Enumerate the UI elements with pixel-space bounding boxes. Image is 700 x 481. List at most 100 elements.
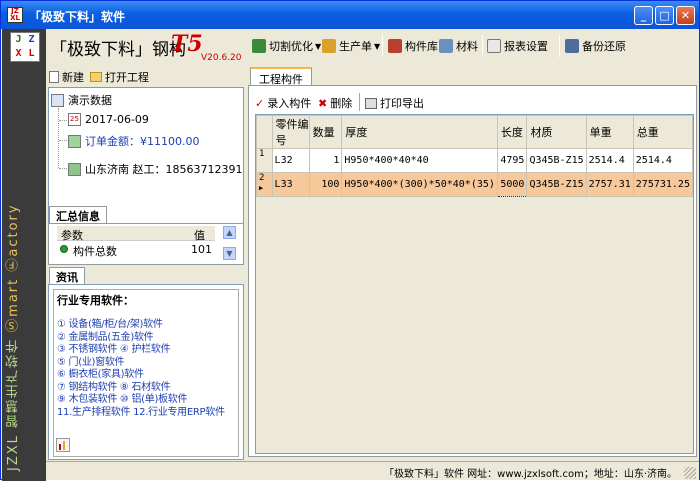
tree-root[interactable]: 演示数据 [51,92,112,108]
folder-icon [90,72,102,82]
col-header[interactable]: 单重 [585,115,634,149]
status-text: 「极致下料」软件 网址：www.jzxlsoft.com；地址：山东·济南。 [383,469,677,480]
chart-icon [56,438,70,452]
table-row-selected[interactable]: 2 ▶ L33 100 H950*400*(300)*50*40*(35) 500… [256,172,694,197]
toolbar-separator [482,35,483,57]
tree-amount[interactable]: 订单金额：¥11100.00 [68,133,200,149]
tree-contact[interactable]: 山东济南 赵工：18563712391 [68,161,242,177]
cell-thickness[interactable]: H950*400*40*40 [341,148,498,173]
scroll-down-button[interactable]: ▼ [223,247,236,260]
cell-part-no[interactable]: L32 [271,148,310,173]
truck-icon [68,162,81,176]
backup-icon [565,39,579,53]
produce-icon [322,39,336,53]
material-button[interactable]: 材料 [439,36,478,56]
new-file-icon [49,71,59,83]
library-icon [388,39,402,53]
col-header[interactable]: 总重 [632,115,694,149]
checkmark-icon: ✓ [255,96,265,110]
cell-length[interactable]: 5000 [496,172,528,197]
info-item[interactable]: ⑨ 木包装软件 ⑩ 铝(单)板软件 [57,394,235,407]
col-header[interactable]: 数量 [308,115,343,149]
tab-info[interactable]: 资讯 [49,267,85,285]
cell-unit-weight[interactable]: 2757.31 [585,172,634,197]
cut-optimize-button[interactable]: 切割优化 ▼ [252,36,321,56]
maximize-button[interactable]: □ [655,6,674,25]
summary-grid: 参数 值 构件总数 101 ▲ ▼ [48,223,244,265]
tab-components[interactable]: 工程构件 [250,67,312,86]
components-panel: ✓ 录入构件 ✖ 删除 打印导出 零件编号 数量 厚度 长度 材质 单重 总重 … [248,85,697,457]
cell-qty[interactable]: 1 [308,148,343,173]
info-item[interactable]: ⑤ 门(业)窗软件 [57,357,235,370]
summary-row[interactable]: 构件总数 101 [57,242,215,258]
components-table: 零件编号 数量 厚度 长度 材质 单重 总重 1 L32 1 H950*400*… [255,114,694,454]
cell-thickness[interactable]: H950*400*(300)*50*40*(35) [341,172,498,197]
brand-t5: T5 [171,31,203,57]
tree-line [59,140,67,141]
toolbar-separator [382,35,383,57]
tab-summary[interactable]: 汇总信息 [49,206,107,223]
brand-name: 「极致下料」钢构 [50,40,186,60]
left-panel: 新建 打开工程 演示数据 25 2017-06-09 订单金额：¥11100.0… [46,65,246,461]
component-lib-button[interactable]: 构件库 [388,36,438,56]
cell-material[interactable]: Q345B-Z15 [526,172,587,197]
info-item[interactable]: ③ 不锈钢软件 ④ 护栏软件 [57,344,235,357]
col-header [256,115,273,149]
right-panel: 工程构件 ✓ 录入构件 ✖ 删除 打印导出 零件编号 数量 厚度 长度 材质 单… [246,65,699,461]
tree-date[interactable]: 25 2017-06-09 [68,113,149,126]
info-item[interactable]: ⑦ 钢结构软件 ⑧ 石材软件 [57,382,235,395]
row-number: 1 [256,148,273,173]
logo: JZ XL [10,32,40,62]
brand-version: V20.6.20 [201,53,242,63]
cut-icon [252,39,266,53]
tree-line [58,108,59,168]
info-item[interactable]: 11.生产排程软件 12.行业专用ERP软件 [57,407,235,420]
add-component-button[interactable]: ✓ 录入构件 [255,95,311,111]
brand-header: 「极致下料」钢构 T5 V20.6.20 [46,29,246,65]
app-window: JZ XL 「极致下料」软件 _ □ ✕ JZ XL JZXL 智慧生产软件 Ⓢm… [0,0,700,481]
open-project-button[interactable]: 打开工程 [90,69,149,85]
report-icon [487,39,501,53]
tree-line [59,120,67,121]
chevron-down-icon: ▼ [374,41,381,51]
info-item[interactable]: ① 设备(箱/柜/台/架)软件 [57,319,235,332]
col-header[interactable]: 零件编号 [271,115,310,149]
resize-grip-icon[interactable] [684,467,696,479]
chevron-down-icon: ▼ [315,41,322,51]
material-icon [439,39,453,53]
cell-qty[interactable]: 100 [308,172,343,197]
table-row[interactable]: 1 L32 1 H950*400*40*40 4795 Q345B-Z15 25… [256,148,694,173]
cell-material[interactable]: Q345B-Z15 [526,148,587,173]
info-item[interactable]: ⑥ 橱衣柜(家具)软件 [57,369,235,382]
print-export-button[interactable]: 打印导出 [365,95,424,111]
info-heading: 行业专用软件： [57,294,134,307]
cell-total-weight[interactable]: 275731.25 [632,172,694,197]
new-button[interactable]: 新建 [49,69,84,85]
delete-button[interactable]: ✖ 删除 [318,95,352,111]
summary-header: 参数 值 [57,226,215,242]
delete-x-icon: ✖ [318,96,328,110]
cell-total-weight[interactable]: 2514.4 [632,148,694,173]
sidebar: JZ XL JZXL 智慧生产软件 Ⓢmart Ⓕactory [2,29,46,481]
report-settings-button[interactable]: 报表设置 [487,36,548,56]
cell-length[interactable]: 4795 [496,148,528,173]
col-header[interactable]: 长度 [496,115,528,149]
title-bar[interactable]: JZ XL 「极致下料」软件 _ □ ✕ [1,1,699,29]
scroll-up-button[interactable]: ▲ [223,226,236,239]
cell-unit-weight[interactable]: 2514.4 [585,148,634,173]
col-header[interactable]: 厚度 [341,115,498,149]
status-dot-icon [60,245,68,253]
minimize-button[interactable]: _ [634,6,653,25]
printer-icon [365,97,377,109]
info-content: 行业专用软件： ① 设备(箱/柜/台/架)软件 ② 金属制品(五金)软件 ③ 不… [53,289,239,457]
money-icon [68,134,81,148]
col-header[interactable]: 材质 [526,115,587,149]
close-button[interactable]: ✕ [676,6,695,25]
info-item[interactable]: ② 金属制品(五金)软件 [57,332,235,345]
backup-restore-button[interactable]: 备份还原 [565,36,626,56]
produce-button[interactable]: 生产单 ▼ [322,36,380,56]
cell-part-no[interactable]: L33 [271,172,310,197]
row-number: 2 ▶ [256,172,273,197]
info-panel: 行业专用软件： ① 设备(箱/柜/台/架)软件 ② 金属制品(五金)软件 ③ 不… [48,284,244,460]
action-separator [359,93,360,111]
